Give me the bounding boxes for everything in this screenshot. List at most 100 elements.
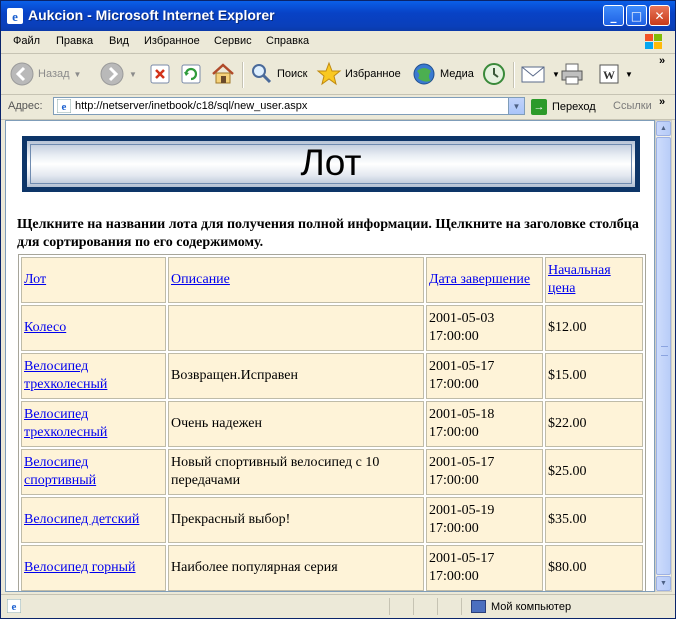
mail-button[interactable]: ▼ — [520, 60, 560, 88]
lot-price: $12.00 — [545, 305, 643, 351]
page-ie-icon: e — [57, 99, 71, 113]
lot-price: $80.00 — [545, 545, 643, 591]
search-icon — [252, 64, 272, 84]
chevron-down-icon: ▼ — [660, 580, 667, 587]
minimize-button[interactable]: _ — [603, 5, 624, 26]
home-icon — [212, 63, 234, 84]
history-button[interactable] — [481, 60, 507, 88]
page-content: Лот Щелкните на названии лота для получе… — [5, 120, 655, 592]
svg-text:W: W — [603, 68, 615, 82]
lot-description: Прекрасный выбор! — [168, 497, 424, 543]
page-title: Лот — [300, 142, 362, 183]
address-dropdown-button[interactable]: ▼ — [508, 98, 524, 114]
lot-end-date: 2001-05-17 17:00:00 — [426, 353, 543, 399]
sort-by-price-link[interactable]: Начальная цена — [548, 263, 611, 296]
search-button[interactable]: Поиск — [248, 60, 307, 88]
table-row: Велосипед трехколесный Очень надежен 200… — [21, 401, 643, 447]
menu-file[interactable]: Файл — [13, 35, 40, 47]
print-button[interactable] — [559, 60, 585, 88]
header-lot-cell: Лот — [21, 257, 166, 303]
scroll-down-button[interactable]: ▼ — [656, 576, 671, 591]
refresh-icon — [181, 64, 201, 84]
lot-description: Очень надежен — [168, 401, 424, 447]
lot-end-date: 2001-05-18 17:00:00 — [426, 401, 543, 447]
svg-text:e: e — [12, 9, 18, 24]
lot-link[interactable]: Велосипед спортивный — [24, 455, 96, 488]
browser-window: e Aukcion - Microsoft Internet Explorer … — [0, 0, 676, 619]
menu-edit[interactable]: Правка — [56, 35, 93, 47]
lot-description: Новый спортивный велосипед с 10 передача… — [168, 449, 424, 495]
address-label: Адрес: — [8, 100, 43, 112]
forward-button[interactable]: ▼ — [99, 60, 137, 88]
lot-name-cell: Велосипед спортивный — [21, 449, 166, 495]
computer-icon — [471, 600, 486, 613]
lot-end-date: 2001-05-19 17:00:00 — [426, 497, 543, 543]
home-button[interactable] — [210, 60, 236, 88]
stop-button[interactable] — [149, 60, 171, 88]
lot-end-date: 2001-05-03 17:00:00 — [426, 305, 543, 351]
lot-description — [168, 305, 424, 351]
lot-price: $15.00 — [545, 353, 643, 399]
media-button[interactable]: Медиа — [411, 60, 474, 88]
toolbar: Назад ▼ ▼ Поиск Избранное Медиа ▼ W ▼ » — [1, 54, 675, 95]
menu-favorites[interactable]: Избранное — [144, 35, 200, 47]
stop-icon — [150, 64, 170, 84]
close-button[interactable]: ✕ — [649, 5, 670, 26]
page-banner: Лот — [22, 136, 640, 192]
maximize-button[interactable]: □ — [626, 5, 647, 26]
go-button[interactable]: → Переход — [531, 98, 596, 116]
lot-end-date: 2001-05-17 17:00:00 — [426, 449, 543, 495]
ie-icon: e — [7, 8, 23, 24]
title-bar[interactable]: e Aukcion - Microsoft Internet Explorer … — [1, 1, 675, 31]
table-row: Велосипед горный Наиболее популярная сер… — [21, 545, 643, 591]
zone-label: Мой компьютер — [491, 600, 572, 613]
window-title: Aukcion - Microsoft Internet Explorer — [28, 7, 275, 23]
sort-by-description-link[interactable]: Описание — [171, 272, 230, 287]
lot-link[interactable]: Колесо — [24, 320, 66, 335]
mail-icon — [521, 66, 545, 83]
lot-link[interactable]: Велосипед трехколесный — [24, 359, 107, 392]
menu-tools[interactable]: Сервис — [214, 35, 252, 47]
minimize-icon: _ — [610, 8, 617, 23]
go-arrow-icon: → — [531, 99, 547, 115]
maximize-icon: □ — [630, 8, 643, 23]
lot-price: $22.00 — [545, 401, 643, 447]
table-row: Колесо 2001-05-03 17:00:00 $12.00 — [21, 305, 643, 351]
lot-link[interactable]: Велосипед детский — [24, 512, 139, 527]
header-price-cell: Начальная цена — [545, 257, 643, 303]
chevron-up-icon: ▲ — [660, 125, 667, 132]
links-button[interactable]: Ссылки — [613, 100, 652, 112]
lot-price: $35.00 — [545, 497, 643, 543]
sort-by-lot-link[interactable]: Лот — [24, 272, 46, 287]
scroll-up-button[interactable]: ▲ — [656, 121, 671, 136]
lot-price: $25.00 — [545, 449, 643, 495]
menu-view[interactable]: Вид — [109, 35, 129, 47]
table-row: Велосипед трехколесный Возвращен.Исправе… — [21, 353, 643, 399]
address-bar: Адрес: e http://netserver/inetbook/c18/s… — [1, 95, 675, 120]
toolbar-overflow-chevron[interactable]: » — [659, 55, 665, 67]
menu-bar: Файл Правка Вид Избранное Сервис Справка — [1, 31, 675, 54]
svg-text:e: e — [62, 101, 67, 113]
lot-link[interactable]: Велосипед горный — [24, 560, 136, 575]
back-button[interactable]: Назад ▼ — [9, 60, 81, 88]
history-icon — [483, 63, 505, 85]
lot-end-date: 2001-05-17 17:00:00 — [426, 545, 543, 591]
table-header-row: Лот Описание Дата завершение Начальная ц… — [21, 257, 643, 303]
lot-description: Возвращен.Исправен — [168, 353, 424, 399]
sort-by-end-date-link[interactable]: Дата завершение — [429, 272, 530, 287]
lot-description: Наиболее популярная серия — [168, 545, 424, 591]
lot-name-cell: Велосипед трехколесный — [21, 401, 166, 447]
menu-help[interactable]: Справка — [266, 35, 309, 47]
refresh-button[interactable] — [180, 60, 202, 88]
lot-link[interactable]: Велосипед трехколесный — [24, 407, 107, 440]
address-input[interactable]: e http://netserver/inetbook/c18/sql/new_… — [53, 97, 525, 115]
word-edit-button[interactable]: W ▼ — [597, 60, 633, 88]
status-bar: e Мой компьютер — [1, 594, 675, 619]
vertical-scrollbar[interactable]: ▲ ▼ — [655, 120, 672, 592]
scroll-thumb[interactable] — [656, 137, 671, 575]
links-overflow-chevron[interactable]: » — [659, 96, 665, 108]
lot-name-cell: Велосипед детский — [21, 497, 166, 543]
favorites-button[interactable]: Избранное — [316, 60, 401, 88]
media-icon — [413, 63, 435, 85]
header-description-cell: Описание — [168, 257, 424, 303]
